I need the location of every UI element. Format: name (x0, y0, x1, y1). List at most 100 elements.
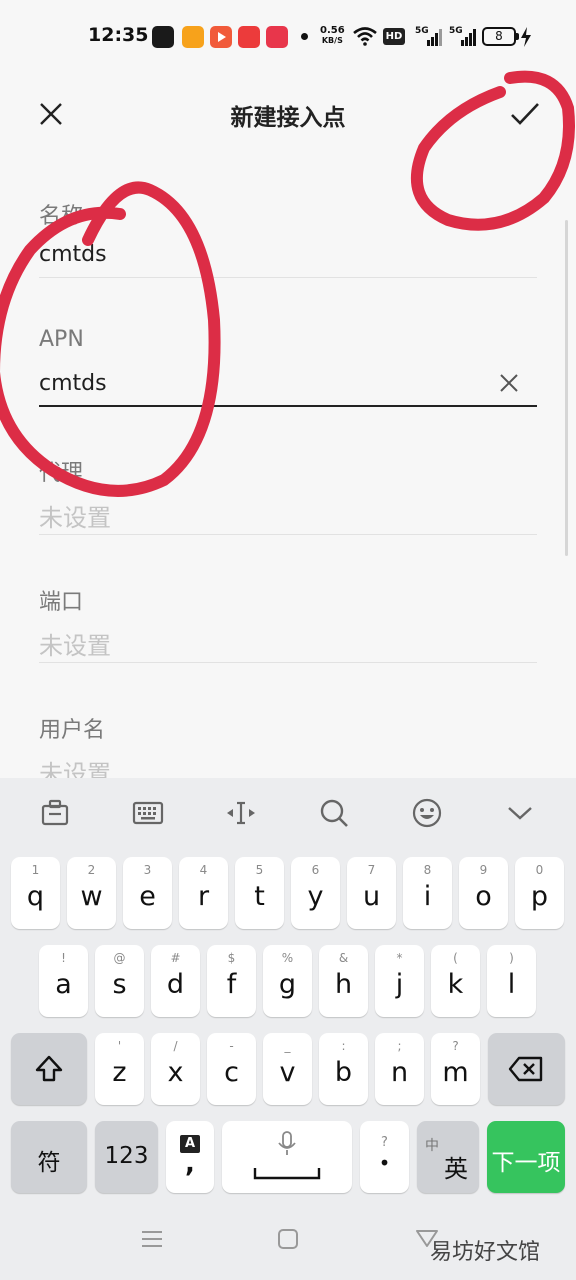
key-hint: 0 (535, 863, 544, 877)
next-field-key[interactable]: 下一项 (487, 1121, 565, 1193)
key-m[interactable]: ? m (431, 1033, 480, 1105)
key-label: g (278, 969, 297, 1000)
key-j[interactable]: * j (375, 945, 424, 1017)
key-a[interactable]: ! a (39, 945, 88, 1017)
emoji-button[interactable] (410, 796, 444, 830)
key-c[interactable]: -c (207, 1033, 256, 1105)
checkmark-icon (511, 103, 539, 125)
period-key[interactable]: ? • (360, 1121, 409, 1193)
key-hint: 9 (479, 863, 488, 877)
space-bar-icon (253, 1168, 321, 1180)
home-button[interactable] (271, 1222, 305, 1256)
scrollbar[interactable] (565, 220, 568, 556)
name-label: 名称 (39, 204, 84, 229)
apn-value[interactable]: cmtds (39, 371, 107, 396)
shift-key[interactable] (11, 1033, 87, 1105)
key-z[interactable]: ' z (95, 1033, 144, 1105)
recent-apps-button[interactable] (135, 1222, 169, 1256)
battery-level: 8 (482, 27, 516, 46)
key-hint: 5 (255, 863, 264, 877)
key-label: e (139, 881, 156, 912)
signal-label: 5G (415, 26, 429, 36)
key-s[interactable]: @ s (95, 945, 144, 1017)
key-hint: : (341, 1039, 346, 1053)
key-u[interactable]: 7u (347, 857, 396, 929)
key-label: u (362, 881, 381, 912)
port-placeholder[interactable]: 未设置 (39, 626, 111, 661)
punctuation-key[interactable]: A , (166, 1121, 214, 1193)
username-label: 用户名 (39, 718, 106, 743)
key-k[interactable]: (k (431, 945, 480, 1017)
key-x[interactable]: / x (151, 1033, 200, 1105)
clipboard-button[interactable] (38, 796, 72, 830)
period-key-main: • (378, 1151, 391, 1175)
key-hint: % (281, 951, 294, 965)
key-label: b (334, 1057, 353, 1088)
period-key-hint: ? (381, 1135, 388, 1150)
key-l[interactable]: ) l (487, 945, 536, 1017)
key-hint: 2 (87, 863, 96, 877)
key-n[interactable]: ; n (375, 1033, 424, 1105)
key-v[interactable]: _ v (263, 1033, 312, 1105)
clear-text-button[interactable] (497, 371, 521, 395)
signal-label: 5G (449, 26, 463, 36)
key-hint: 8 (423, 863, 432, 877)
charging-bolt-icon (520, 27, 532, 51)
key-w[interactable]: 2w (67, 857, 116, 929)
shift-arrow-icon (35, 1055, 63, 1082)
name-value[interactable]: cmtds (39, 242, 107, 267)
hd-voice-badge: HD (383, 28, 405, 45)
symbol-key[interactable]: 符 (11, 1121, 87, 1193)
signal-strength-icon: 5G (449, 26, 477, 48)
punctuation-key-main: , (185, 1149, 195, 1179)
menu-lines-icon (142, 1231, 162, 1247)
key-hint: ( (453, 951, 458, 965)
key-i[interactable]: 8i (403, 857, 452, 929)
key-label: z (112, 1057, 127, 1088)
annotation-circle-left (0, 181, 221, 497)
key-o[interactable]: 9o (459, 857, 508, 929)
key-t[interactable]: 5t (235, 857, 284, 929)
key-b[interactable]: :b (319, 1033, 368, 1105)
collapse-chevron-icon (508, 807, 532, 820)
network-speed-value: 0.56 (320, 25, 345, 36)
key-e[interactable]: 3e (123, 857, 172, 929)
network-speed: 0.56 KB/S (320, 25, 345, 45)
language-key-main: 英 (444, 1155, 468, 1183)
cursor-move-button[interactable] (224, 796, 258, 830)
key-hint: ; (397, 1039, 402, 1053)
language-switch-key[interactable]: 中 英 (417, 1121, 479, 1193)
network-speed-unit: KB/S (321, 36, 343, 45)
keyboard-icon (132, 801, 164, 825)
collapse-keyboard-button[interactable] (503, 796, 537, 830)
proxy-placeholder[interactable]: 未设置 (39, 498, 111, 533)
search-button[interactable] (317, 796, 351, 830)
key-hint: 7 (367, 863, 376, 877)
key-y[interactable]: 6y (291, 857, 340, 929)
keyboard-layout-button[interactable] (131, 796, 165, 830)
space-voice-key[interactable] (222, 1121, 352, 1193)
backspace-key[interactable] (488, 1033, 565, 1105)
key-hint: ' (117, 1039, 122, 1053)
status-time: 12:35 (88, 24, 149, 46)
save-button[interactable] (506, 97, 544, 131)
key-label: k (447, 969, 464, 1000)
key-hint: 3 (143, 863, 152, 877)
key-g[interactable]: % g (263, 945, 312, 1017)
key-label: j (395, 969, 404, 1000)
emoji-icon (412, 798, 442, 828)
key-hint: / (173, 1039, 178, 1053)
key-d[interactable]: # d (151, 945, 200, 1017)
key-r[interactable]: 4r (179, 857, 228, 929)
key-hint: - (229, 1039, 234, 1053)
number-key[interactable]: 123 (95, 1121, 158, 1193)
key-p[interactable]: 0p (515, 857, 564, 929)
key-hint: # (170, 951, 181, 965)
port-underline (39, 662, 537, 663)
apn-label: APN (39, 327, 84, 352)
key-f[interactable]: $ f (207, 945, 256, 1017)
key-q[interactable]: 1q (11, 857, 60, 929)
key-h[interactable]: & h (319, 945, 368, 1017)
key-hint: @ (113, 951, 126, 965)
key-label: y (307, 881, 324, 912)
